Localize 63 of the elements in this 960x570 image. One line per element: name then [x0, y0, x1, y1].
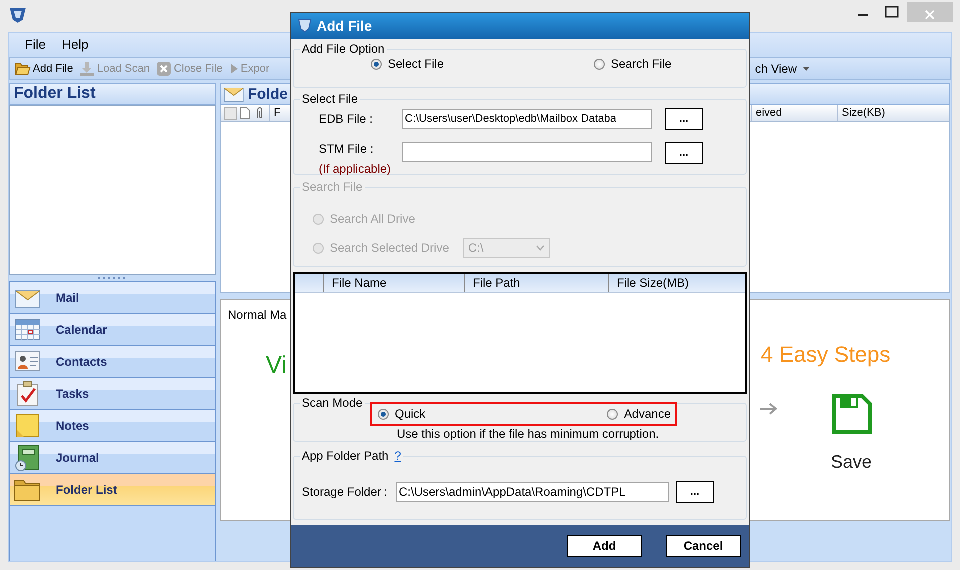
hint-text: Use this option if the file has minimum corruption. — [396, 427, 660, 441]
download-icon — [79, 60, 96, 76]
dialog-title-bar: Add File — [291, 13, 749, 39]
headline: Vi — [265, 351, 287, 381]
headline: 4 Easy Steps — [760, 342, 892, 368]
arrow-icon — [759, 402, 779, 416]
storage-path-field[interactable]: C:\Users\admin\AppData\Roaming\CDTPL — [396, 482, 669, 502]
close-icon — [156, 60, 172, 76]
browse-button[interactable]: ... — [676, 481, 714, 503]
nav-item[interactable]: Folder List — [10, 474, 215, 506]
add-button[interactable]: Add — [567, 535, 642, 557]
column-header[interactable]: eived — [751, 105, 837, 121]
nav-item[interactable]: Calendar — [10, 314, 215, 346]
cancel-button[interactable]: Cancel — [666, 535, 741, 557]
group-label: Select File — [302, 92, 358, 106]
radio-button[interactable]: Search File — [594, 57, 672, 71]
grip-icon[interactable] — [98, 276, 128, 280]
radio-button[interactable]: Advance — [607, 407, 671, 421]
radio-button[interactable]: Select File — [371, 57, 444, 71]
paperclip-icon — [255, 106, 265, 120]
group-label: Scan Mode — [302, 396, 363, 410]
stm-path-field[interactable] — [402, 142, 652, 162]
browse-button[interactable]: ... — [665, 142, 703, 164]
sticky-note-icon — [14, 412, 42, 440]
nav-item[interactable]: Mail — [10, 282, 215, 314]
pane-header: Folder List — [9, 83, 216, 105]
nav-item[interactable]: Contacts — [10, 346, 215, 378]
field-label: STM File : — [319, 142, 375, 156]
column-header[interactable]: Size(KB) — [837, 105, 949, 121]
document-icon — [240, 106, 251, 120]
edb-path-field[interactable]: C:\Users\user\Desktop\edb\Mailbox Databa — [402, 109, 652, 129]
group-label: Add File Option — [302, 42, 385, 56]
column-header[interactable]: File Name — [323, 274, 464, 292]
column-header[interactable]: F — [269, 105, 281, 121]
group-label: Search File — [302, 180, 363, 194]
step-label: Save — [831, 452, 872, 473]
nav-item[interactable]: Notes — [10, 410, 215, 442]
caret-icon — [803, 66, 810, 70]
menu-item[interactable]: Help — [54, 36, 97, 52]
view-menu[interactable]: ch View — [755, 62, 797, 76]
close-icon[interactable] — [924, 9, 936, 21]
folder-icon — [15, 60, 31, 76]
radio-button[interactable]: Quick — [378, 407, 426, 421]
pane-title: Folde — [248, 86, 288, 102]
nav-item[interactable]: Journal — [10, 442, 215, 474]
separator-colon: : — [384, 485, 388, 499]
column-header[interactable]: File Size(MB) — [608, 274, 738, 292]
menu-item[interactable]: File — [17, 36, 54, 52]
chevron-down-icon — [536, 245, 546, 251]
logo-icon — [8, 6, 28, 24]
help-link[interactable]: ? — [394, 449, 402, 463]
field-label: EDB File : — [318, 112, 374, 126]
checkbox[interactable] — [224, 106, 237, 120]
browse-button[interactable]: ... — [665, 108, 703, 130]
column-header[interactable]: File Path — [464, 274, 608, 292]
close-button[interactable] — [907, 2, 953, 22]
group-label: App Folder Path — [302, 449, 389, 463]
maximize-icon[interactable] — [885, 6, 899, 18]
toolbar-button[interactable]: Add File — [12, 60, 76, 76]
field-note: (If applicable) — [319, 162, 392, 176]
journal-icon — [14, 444, 42, 472]
nav-item[interactable]: Tasks — [10, 378, 215, 410]
field-label: Storage Folder — [301, 485, 382, 499]
